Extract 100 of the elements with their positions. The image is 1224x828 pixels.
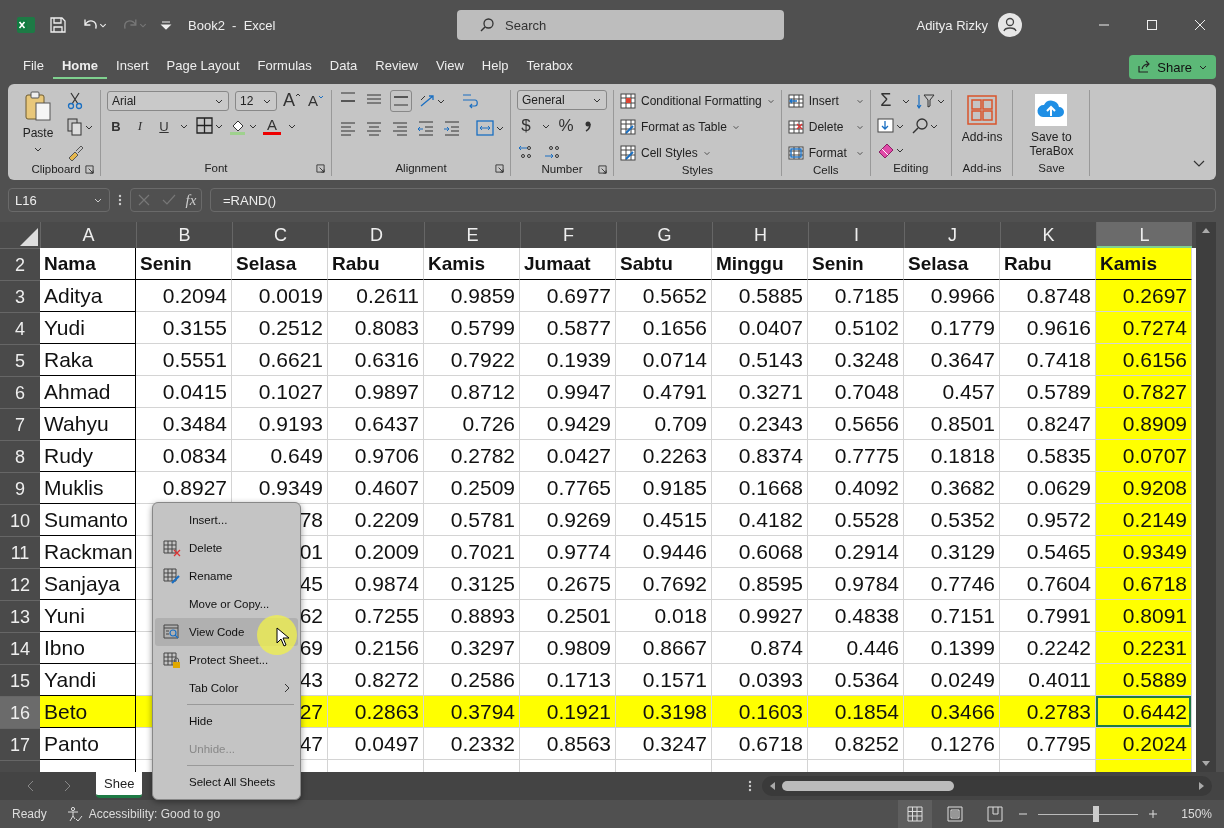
bold-button[interactable]: B	[107, 118, 125, 134]
scroll-down-icon[interactable]	[1201, 758, 1211, 768]
font-color-button[interactable]: A	[263, 117, 281, 135]
vertical-scrollbar[interactable]	[1196, 222, 1216, 772]
sheet-tab[interactable]: Shee	[96, 772, 143, 798]
row-header[interactable]: 15	[0, 664, 40, 696]
insert-function-button[interactable]: fx	[185, 191, 197, 209]
accessibility-status[interactable]: Accessibility: Good to go	[88, 807, 221, 821]
cells-menu-button[interactable]: Format	[787, 142, 864, 164]
ribbon-tab[interactable]: Terabox	[517, 51, 582, 79]
align-icon[interactable]	[390, 90, 412, 112]
select-all-icon[interactable]	[18, 226, 38, 246]
row-header[interactable]: 17	[0, 728, 40, 760]
launcher-icon[interactable]	[316, 163, 325, 173]
decrease-font-button[interactable]: A	[307, 92, 325, 109]
font-size-dropdown[interactable]: 12	[235, 90, 277, 111]
number-format-dropdown[interactable]: General	[517, 90, 607, 110]
table-cell: Selasa	[904, 248, 1000, 280]
search-field[interactable]: Search	[457, 10, 784, 40]
autosum-button[interactable]: Σ	[876, 90, 895, 111]
styles-menu-button[interactable]: Conditional Formatting	[620, 90, 775, 112]
ribbon-tab[interactable]: Home	[52, 51, 108, 79]
launcher-icon[interactable]	[598, 164, 607, 174]
cut-icon[interactable]	[66, 92, 84, 110]
save-icon[interactable]	[48, 15, 68, 35]
ribbon-tab[interactable]: Formulas	[248, 51, 321, 79]
ribbon-tab[interactable]: Insert	[107, 51, 158, 79]
zoom-level[interactable]: 150%	[1176, 807, 1212, 821]
row-header[interactable]: 9	[0, 472, 40, 504]
user-name: Aditya Rizky	[916, 17, 988, 33]
ribbon-tab[interactable]: Page Layout	[157, 51, 249, 79]
row-header[interactable]: 7	[0, 408, 40, 440]
row-header[interactable]: 5	[0, 344, 40, 376]
column-header[interactable]: L	[1096, 222, 1192, 248]
accessibility-icon[interactable]	[66, 806, 83, 822]
scroll-left-icon[interactable]	[768, 781, 778, 791]
table-cell: 0.3129	[904, 536, 1000, 568]
search-icon[interactable]	[910, 117, 939, 135]
launcher-icon[interactable]	[85, 164, 94, 174]
cells-menu-button[interactable]: Delete	[787, 116, 864, 138]
more-icon[interactable]	[748, 779, 752, 793]
name-box[interactable]: L16	[8, 188, 110, 212]
row-header[interactable]: 14	[0, 632, 40, 664]
paste-button[interactable]: Paste	[18, 90, 58, 154]
row-header[interactable]: 6	[0, 376, 40, 408]
increase-font-button[interactable]: A	[283, 90, 301, 111]
ribbon-tab[interactable]: View	[426, 51, 473, 79]
scroll-right-icon[interactable]	[1196, 781, 1206, 791]
menu-item[interactable]: Select All Sheets	[155, 768, 298, 796]
italic-button[interactable]: I	[131, 118, 149, 134]
ribbon-tab[interactable]: Data	[320, 51, 367, 79]
table-cell: 0.4791	[616, 376, 712, 408]
row-header[interactable]: 10	[0, 504, 40, 536]
borders-icon[interactable]	[195, 117, 223, 135]
row-header[interactable]: 2	[0, 248, 40, 280]
add-ins-button[interactable]: Add-ins	[957, 90, 1007, 144]
styles-menu-button[interactable]: Format as Table	[620, 116, 740, 138]
table-cell: 0.4607	[328, 472, 424, 504]
maximize-icon[interactable]	[1146, 19, 1158, 31]
ribbon-tab[interactable]: Review	[366, 51, 427, 79]
close-icon[interactable]	[1194, 19, 1206, 31]
row-header[interactable]: 11	[0, 536, 40, 568]
underline-button[interactable]: U	[155, 118, 173, 134]
currency-button[interactable]: $	[517, 116, 535, 136]
launcher-icon[interactable]	[495, 163, 504, 173]
merge-icon[interactable]	[476, 119, 504, 137]
styles-menu-button[interactable]: Cell Styles	[620, 142, 711, 164]
ribbon-tab[interactable]: File	[14, 51, 53, 79]
fill-down-icon[interactable]	[876, 117, 905, 135]
row-header[interactable]: 16	[0, 696, 40, 728]
share-button[interactable]: Share	[1129, 55, 1216, 79]
normal-view-button[interactable]	[898, 800, 932, 828]
formula-field[interactable]: =RAND()	[210, 188, 1216, 212]
format-painter-icon[interactable]	[66, 144, 84, 162]
row-header[interactable]: 8	[0, 440, 40, 472]
font-name-dropdown[interactable]: Arial	[107, 90, 229, 111]
row-header[interactable]: 12	[0, 568, 40, 600]
customize-caret-icon[interactable]	[160, 19, 172, 31]
table-cell: 0.7765	[520, 472, 616, 504]
row-header[interactable]: 13	[0, 600, 40, 632]
zoom-in-icon[interactable]	[1148, 809, 1158, 819]
row-header[interactable]: 3	[0, 280, 40, 312]
row-header[interactable]: 4	[0, 312, 40, 344]
table-cell: 0.1668	[712, 472, 808, 504]
table-cell: 0.5364	[808, 664, 904, 696]
ribbon-tab[interactable]: Help	[472, 51, 518, 79]
table-cell: 0.0393	[712, 664, 808, 696]
eraser-icon[interactable]	[876, 141, 905, 159]
table-cell: 0.7274	[1096, 312, 1192, 344]
table-cell: 0.5889	[1096, 664, 1192, 696]
save-to-terabox-button[interactable]: Save to TeraBox	[1019, 90, 1084, 158]
scroll-up-icon[interactable]	[1201, 226, 1211, 236]
table-cell: Ibno	[40, 632, 136, 664]
more-icon[interactable]	[118, 193, 122, 207]
copy-icon[interactable]	[66, 118, 94, 136]
percent-button[interactable]: %	[557, 116, 575, 136]
horizontal-scrollbar[interactable]	[762, 776, 1212, 796]
sort-filter-icon[interactable]	[916, 91, 945, 110]
avatar-icon[interactable]	[998, 13, 1022, 37]
cells-menu-button[interactable]: Insert	[787, 90, 864, 112]
